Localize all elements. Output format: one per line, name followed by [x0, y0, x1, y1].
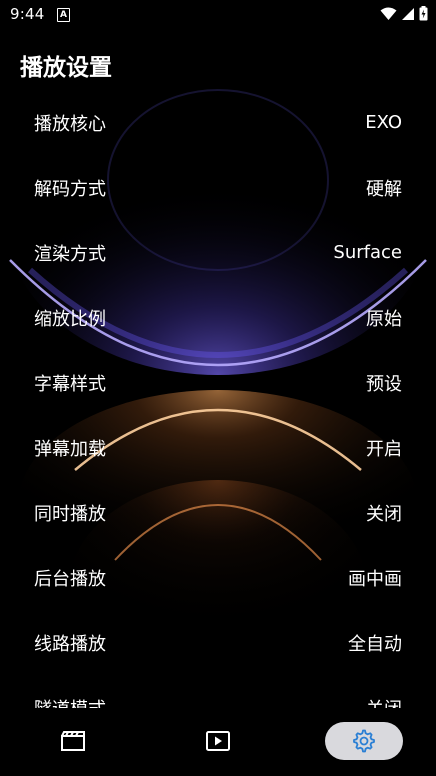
setting-value: Surface: [333, 242, 402, 263]
setting-label: 弹幕加载: [34, 438, 106, 460]
setting-value: 原始: [366, 308, 402, 330]
setting-row-danmaku-load[interactable]: 弹幕加载 开启: [0, 415, 436, 480]
setting-row-background-play[interactable]: 后台播放 画中画: [0, 545, 436, 610]
setting-value: 预设: [366, 373, 402, 395]
signal-icon: [402, 7, 414, 20]
a-icon: A: [57, 8, 70, 22]
setting-value: 硬解: [366, 178, 402, 200]
setting-value: 画中画: [348, 568, 402, 590]
setting-row-simultaneous-play[interactable]: 同时播放 关闭: [0, 480, 436, 545]
status-time: 9:44: [10, 5, 45, 23]
bottom-nav: [0, 708, 436, 776]
gear-icon: [353, 729, 375, 753]
film-icon: [61, 731, 85, 751]
setting-row-decode-mode[interactable]: 解码方式 硬解: [0, 155, 436, 220]
setting-label: 解码方式: [34, 178, 106, 200]
nav-settings-button[interactable]: [325, 722, 403, 760]
play-icon: [206, 731, 230, 751]
setting-label: 后台播放: [34, 568, 106, 590]
battery-icon: [419, 6, 428, 21]
wifi-icon: [380, 7, 397, 20]
setting-row-subtitle-style[interactable]: 字幕样式 预设: [0, 350, 436, 415]
nav-play-button[interactable]: [179, 722, 257, 760]
setting-value: 全自动: [348, 633, 402, 655]
setting-label: 同时播放: [34, 503, 106, 525]
setting-row-tunnel-mode[interactable]: 隧道模式 关闭: [0, 675, 436, 709]
nav-film-button[interactable]: [34, 722, 112, 760]
setting-row-scale-ratio[interactable]: 缩放比例 原始: [0, 285, 436, 350]
setting-label: 播放核心: [34, 113, 106, 135]
setting-label: 线路播放: [34, 633, 106, 655]
setting-value: 关闭: [366, 503, 402, 525]
setting-value: 开启: [366, 438, 402, 460]
setting-label: 缩放比例: [34, 308, 106, 330]
setting-label: 渲染方式: [34, 243, 106, 265]
status-icons: [380, 6, 428, 21]
setting-value: 关闭: [366, 695, 402, 709]
setting-row-route-play[interactable]: 线路播放 全自动: [0, 610, 436, 675]
setting-row-render-mode[interactable]: 渲染方式 Surface: [0, 220, 436, 285]
setting-label: 字幕样式: [34, 373, 106, 395]
setting-value: EXO: [365, 112, 402, 133]
settings-list[interactable]: 播放核心 EXO 解码方式 硬解 渲染方式 Surface 缩放比例 原始 字幕…: [0, 90, 436, 708]
screen: 9:44 A 播放设置 播放核心 EXO 解码方式 硬解 渲染方式 Surfac…: [0, 0, 436, 776]
setting-row-player-core[interactable]: 播放核心 EXO: [0, 90, 436, 155]
status-bar: 9:44 A: [0, 0, 436, 30]
page-title: 播放设置: [20, 55, 112, 81]
setting-label: 隧道模式: [34, 695, 106, 709]
